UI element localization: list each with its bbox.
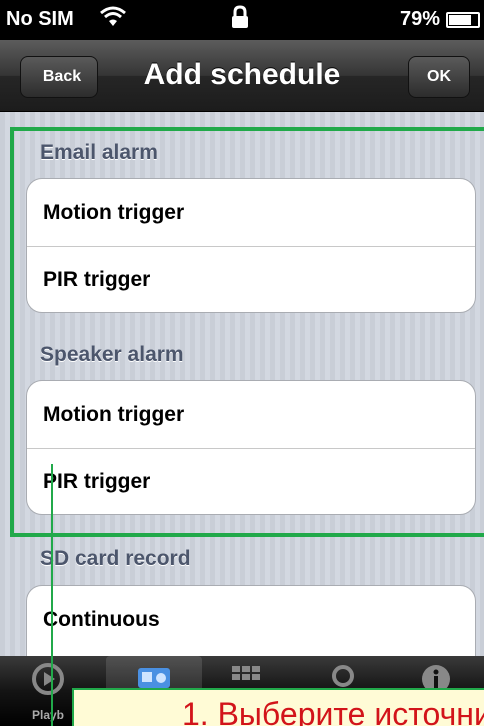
section-header-sd-card-record: SD card record — [40, 547, 191, 570]
battery-percent: 79% — [400, 8, 441, 30]
sd-continuous-cell[interactable]: Continuous — [27, 586, 475, 653]
callout-box: 1. Выберите источник: — [72, 688, 484, 726]
callout-pointer-line — [51, 464, 53, 726]
status-bar: No SIM 79% — [0, 0, 484, 40]
playback-icon — [31, 662, 65, 701]
battery-fill — [449, 15, 471, 25]
wifi-icon — [100, 6, 126, 34]
callout-text: 1. Выберите источник: — [182, 696, 484, 726]
lock-icon — [230, 5, 250, 35]
carrier-label: No SIM — [6, 8, 74, 30]
ok-button[interactable]: OK — [408, 56, 470, 98]
battery-icon — [446, 12, 480, 28]
highlight-frame — [10, 127, 484, 537]
nav-bar: Back Add schedule OK — [0, 40, 484, 112]
